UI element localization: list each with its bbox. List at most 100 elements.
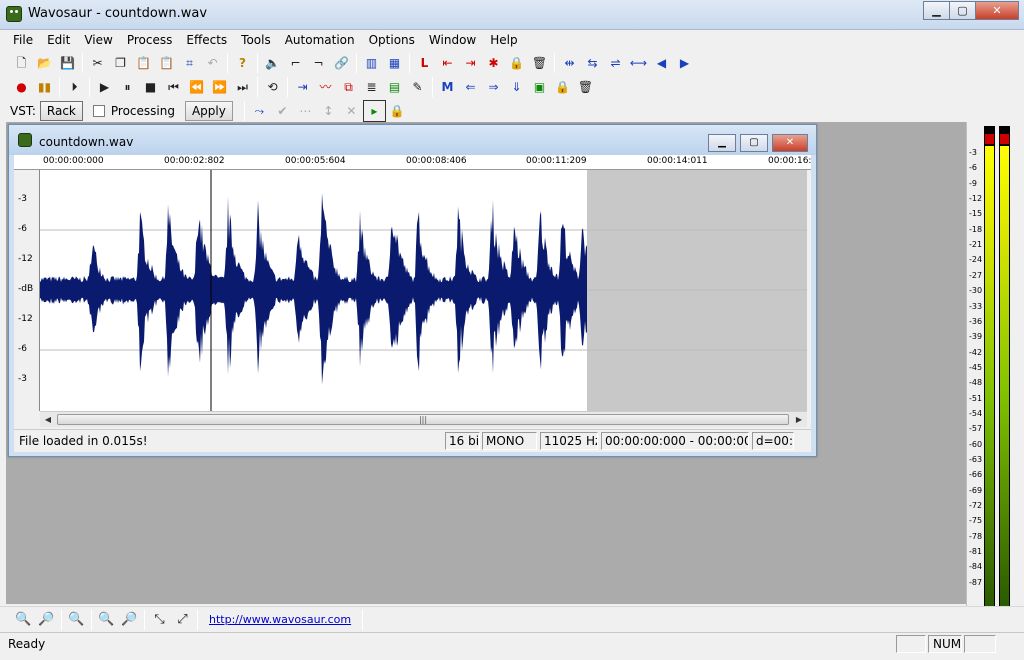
menu-tools[interactable]: Tools [234,30,278,50]
automation-delete-icon[interactable]: ✕ [340,100,363,122]
rack-button[interactable]: Rack [39,101,83,121]
marker-delete-icon[interactable]: ✱ [482,52,505,74]
toolbar-separator [61,609,62,630]
envelope-icon[interactable]: 〰 [314,76,337,98]
marker-down-icon[interactable]: ⇓ [505,76,528,98]
split-icon[interactable]: ⇌ [604,52,627,74]
new-file-icon[interactable]: 🗋 [10,52,33,74]
spectrum-icon[interactable]: ▤ [383,76,406,98]
minimize-button[interactable]: ▁ [923,1,950,20]
menu-file[interactable]: File [6,30,40,50]
marker-m-icon[interactable]: M [436,76,459,98]
zoom-selection-out-icon[interactable]: ⤢ [171,609,194,631]
toolbar-separator [287,77,288,97]
menu-process[interactable]: Process [120,30,180,50]
menu-options[interactable]: Options [362,30,422,50]
menu-window[interactable]: Window [422,30,483,50]
zoom-out-icon[interactable]: 🔎 [35,609,58,631]
website-link[interactable]: http://www.wavosaur.com [201,613,359,626]
marker-right-icon[interactable]: ⇥ [459,52,482,74]
close-button[interactable]: ✕ [975,1,1019,20]
processing-checkbox[interactable] [92,105,105,117]
automation-lock-icon[interactable]: 🔒 [386,100,409,122]
play-icon[interactable]: ▶ [93,76,116,98]
menu-edit[interactable]: Edit [40,30,77,50]
crop-icon[interactable]: ⌗ [178,52,201,74]
processing-label: Processing [110,104,175,118]
arrow-right-icon[interactable]: ▶ [673,52,696,74]
automation-curve-icon[interactable]: ⤳ [248,100,271,122]
record-icon[interactable]: ● [10,76,33,98]
menu-help[interactable]: Help [483,30,524,50]
horizontal-scrollbar[interactable]: ◀ ||| ▶ [40,411,807,427]
automation-play-icon[interactable]: ▸ [362,100,386,122]
fast-forward-icon[interactable]: ⏩ [208,76,231,98]
menu-effects[interactable]: Effects [179,30,234,50]
zoom-selection-icon[interactable]: ⇹ [558,52,581,74]
zoom-vertical-out-icon[interactable]: 🔎 [118,609,141,631]
marker-lock-icon[interactable]: 🔒 [551,76,574,98]
region-icon[interactable]: ▣ [528,76,551,98]
automation-vertical-icon[interactable]: ↕ [317,100,340,122]
lock-icon[interactable]: 🔒 [505,52,528,74]
help-icon[interactable]: ? [231,52,254,74]
apply-button[interactable]: Apply [184,101,233,121]
meter-scale-label: -63 [969,455,983,464]
waveform-view[interactable] [40,170,807,411]
marker-trash-icon[interactable]: 🗑 [574,76,597,98]
scroll-thumb[interactable]: ||| [57,414,789,425]
marker-next-icon[interactable]: ⇒ [482,76,505,98]
transport-toolbar: ● ▮▮ ⏵ ▶ ⏸ ■ ⏮ ⏪ ⏩ ⏭ ⟲ ⇥ 〰 ⧉ ≣ ▤ ✎ M ⇐ ⇒… [0,75,597,99]
open-folder-icon[interactable]: 📂 [33,52,56,74]
undo-icon[interactable]: ↶ [201,52,224,74]
stop-icon[interactable]: ■ [139,76,162,98]
loop-icon[interactable]: ⟲ [261,76,284,98]
zoom-full-icon[interactable]: 🔍 [65,609,88,631]
loop-start-icon[interactable]: L [413,52,436,74]
meter-scale-label: -87 [969,577,983,587]
speaker-icon[interactable]: 🔈 [261,52,284,74]
go-to-start-icon[interactable]: ⏮ [162,76,185,98]
pause-icon[interactable]: ⏸ [116,76,139,98]
document-close-button[interactable]: ✕ [772,134,808,152]
waveform-select-icon[interactable]: ▦ [383,52,406,74]
automation-points-icon[interactable]: ⋯ [294,100,317,122]
resample-icon[interactable]: ⧉ [337,76,360,98]
document-maximize-button[interactable]: ▢ [740,134,768,152]
marker-prev-icon[interactable]: ⇐ [459,76,482,98]
save-icon[interactable]: 💾 [56,52,79,74]
db-axis: -3 -6 -12 -dB -12 -6 -3 [14,170,40,411]
arrow-left-icon[interactable]: ◀ [650,52,673,74]
copy-icon[interactable]: ❐ [109,52,132,74]
zoom-vertical-in-icon[interactable]: 🔍 [95,609,118,631]
paste-mix-icon[interactable]: 📋 [155,52,178,74]
meter-left-channel [984,126,995,606]
level-meter-icon[interactable]: ▮▮ [33,76,56,98]
paste-icon[interactable]: 📋 [132,52,155,74]
zoom-selection-in-icon[interactable]: ⤡ [148,609,171,631]
maximize-button[interactable]: ▢ [949,1,976,20]
fade-in-icon[interactable]: ⌐ [284,52,307,74]
menu-view[interactable]: View [77,30,119,50]
play-from-start-icon[interactable]: ⏵ [63,76,86,98]
eq-icon[interactable]: ≣ [360,76,383,98]
trash-icon[interactable]: 🗑 [528,52,551,74]
zoom-in-icon[interactable]: 🔍 [12,609,35,631]
marker-left-icon[interactable]: ⇤ [436,52,459,74]
scroll-right-icon[interactable]: ▶ [791,412,807,427]
normalize-icon[interactable]: ⇥ [291,76,314,98]
menu-automation[interactable]: Automation [278,30,362,50]
pencil-icon[interactable]: ✎ [406,76,429,98]
automation-check-icon[interactable]: ✔ [271,100,294,122]
link-icon[interactable]: 🔗 [330,52,353,74]
fit-icon[interactable]: ⟷ [627,52,650,74]
scroll-left-icon[interactable]: ◀ [40,412,56,427]
go-to-end-icon[interactable]: ⏭ [231,76,254,98]
document-minimize-button[interactable]: ▁ [708,134,736,152]
cut-icon[interactable]: ✂ [86,52,109,74]
snap-icon[interactable]: ⇆ [581,52,604,74]
time-ruler[interactable]: 00:00:00:000 00:00:02:802 00:00:05:604 0… [14,155,811,170]
fade-out-icon[interactable]: ¬ [307,52,330,74]
waveform-icon[interactable]: ▥ [360,52,383,74]
rewind-icon[interactable]: ⏪ [185,76,208,98]
